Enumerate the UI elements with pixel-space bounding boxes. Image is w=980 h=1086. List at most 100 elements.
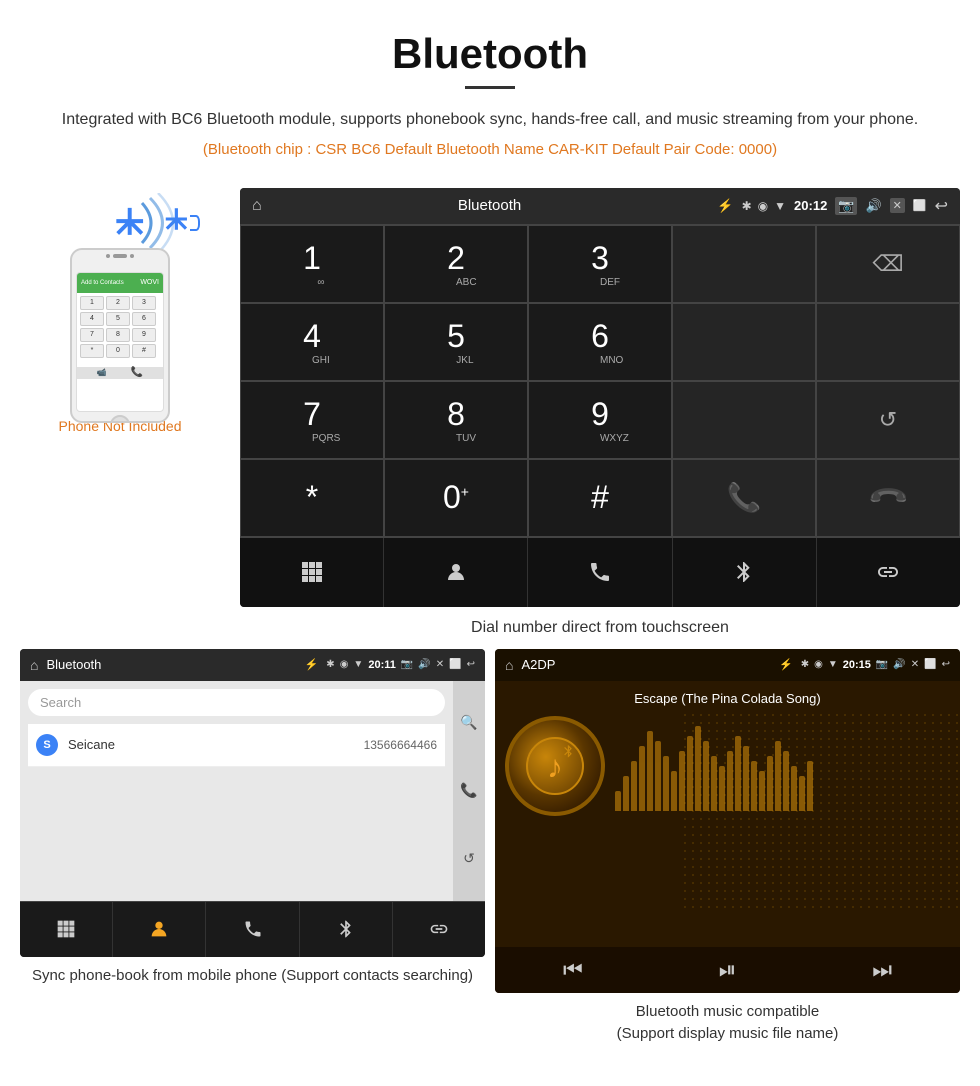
pb-home-icon[interactable]: ⌂ — [30, 657, 38, 673]
svg-text:♪: ♪ — [547, 748, 563, 784]
home-icon[interactable]: ⌂ — [252, 197, 262, 215]
waveform-bar — [623, 776, 629, 811]
prev-track-button[interactable]: ⏮ — [563, 957, 583, 983]
phone-screen-header: Add to Contacts WOVI — [77, 273, 163, 293]
bt-with-waves: ⯸ — [70, 193, 190, 253]
dial-call-red[interactable]: 📞 — [816, 459, 960, 537]
svg-text:⯸: ⯸ — [115, 202, 144, 244]
pb-link-icon — [429, 919, 449, 939]
dial-key-0[interactable]: 0+ — [384, 459, 528, 537]
next-track-button[interactable]: ⏭ — [872, 957, 892, 983]
ms-usb-icon: ⚡ — [779, 658, 793, 671]
dial-caption: Dial number direct from touchscreen — [240, 619, 960, 637]
key-8[interactable]: 8 — [106, 328, 130, 342]
description-text: Integrated with BC6 Bluetooth module, su… — [60, 107, 920, 133]
dial-key-7[interactable]: 7 PQRS — [240, 381, 384, 459]
dial-key-9[interactable]: 9 WXYZ — [528, 381, 672, 459]
dial-call-green[interactable]: 📞 — [672, 459, 816, 537]
call-icon-small: 📞 — [131, 367, 143, 378]
bt-signal-svg: ⯸ — [70, 193, 190, 253]
ms-home-icon[interactable]: ⌂ — [505, 657, 513, 673]
pb-refresh-icon[interactable]: ↺ — [463, 850, 475, 867]
waveform-bar — [791, 766, 797, 811]
pb-nav-grid[interactable] — [20, 902, 113, 957]
ms-x-icon: ✕ — [911, 659, 919, 671]
key-2[interactable]: 2 — [106, 296, 130, 310]
key-hash[interactable]: # — [132, 344, 156, 358]
arc-small — [190, 215, 200, 231]
nav-person-icon[interactable] — [384, 538, 528, 607]
waveform-bar — [663, 756, 669, 811]
phone-sidebar: ⯸ ⯸ — [20, 188, 220, 434]
dial-key-star[interactable]: * — [240, 459, 384, 537]
ms-status-title: A2DP — [521, 657, 771, 672]
dial-key-hash[interactable]: # — [528, 459, 672, 537]
ms-wifi-icon: ▼ — [828, 659, 838, 671]
key-0[interactable]: 0 — [106, 344, 130, 358]
ms-content: Escape (The Pina Colada Song) ♪ — [495, 681, 960, 931]
music-block: ⌂ A2DP ⚡ ✱ ◉ ▼ 20:15 📷 🔊 ✕ ⬜ ↩ Esca — [495, 649, 960, 1046]
pb-screen-icon: ⬜ — [449, 659, 461, 671]
pb-nav-bt[interactable] — [300, 902, 393, 957]
ms-back-icon[interactable]: ↩ — [942, 659, 950, 671]
waveform-bar — [703, 741, 709, 811]
key-3[interactable]: 3 — [132, 296, 156, 310]
pb-phone-icon — [243, 919, 263, 939]
dial-key-1[interactable]: 1 ∞ — [240, 225, 384, 303]
pb-nav-phone[interactable] — [206, 902, 299, 957]
key-6[interactable]: 6 — [132, 312, 156, 326]
pb-search-placeholder: Search — [40, 695, 433, 710]
ms-controls: ⏮ ⏯ ⏭ — [495, 947, 960, 993]
dial-key-5[interactable]: 5 JKL — [384, 303, 528, 381]
pb-nav-link[interactable] — [393, 902, 485, 957]
dial-refresh[interactable]: ↺ — [816, 381, 960, 459]
nav-grid-icon[interactable] — [240, 538, 384, 607]
dial-key-4[interactable]: 4 GHI — [240, 303, 384, 381]
pb-usb-icon: ⚡ — [305, 658, 319, 671]
dial-key-6[interactable]: 6 MNO — [528, 303, 672, 381]
dial-key-empty-1 — [672, 225, 816, 303]
pb-status-icons: ✱ ◉ ▼ 20:11 📷 🔊 ✕ ⬜ ↩ — [326, 659, 475, 671]
waveform-bar — [775, 741, 781, 811]
refresh-icon: ↺ — [879, 407, 897, 433]
key-9[interactable]: 9 — [132, 328, 156, 342]
person-icon — [444, 560, 468, 584]
dial-backspace[interactable]: ⌫ — [816, 225, 960, 303]
key-7[interactable]: 7 — [80, 328, 104, 342]
waveform-bar — [647, 731, 653, 811]
waveform-bar — [735, 736, 741, 811]
pb-call-icon[interactable]: 📞 — [460, 782, 477, 799]
dial-key-empty-3 — [816, 303, 960, 381]
play-pause-button[interactable]: ⏯ — [719, 957, 737, 983]
nav-bt-icon[interactable] — [673, 538, 817, 607]
pb-back-icon[interactable]: ↩ — [467, 659, 475, 671]
pb-search-icon[interactable]: 🔍 — [460, 714, 477, 731]
dial-key-8[interactable]: 8 TUV — [384, 381, 528, 459]
bluetooth-icon — [732, 560, 756, 584]
ms-bt-icon: ✱ — [801, 659, 809, 671]
pb-wifi-icon: ▼ — [353, 659, 363, 671]
ms-waveform — [615, 721, 950, 811]
pb-contact-row[interactable]: S Seicane 13566664466 — [28, 724, 445, 767]
phone-home-button[interactable] — [110, 415, 130, 423]
key-star[interactable]: * — [80, 344, 104, 358]
pb-contacts-area: S Seicane 13566664466 — [28, 724, 445, 767]
ms-screen-icon: ⬜ — [924, 659, 936, 671]
usb-icon: ⚡ — [717, 198, 733, 214]
key-4[interactable]: 4 — [80, 312, 104, 326]
ms-album-art: ♪ — [505, 716, 605, 816]
location-icon: ◉ — [758, 199, 768, 213]
back-icon[interactable]: ↩ — [935, 196, 948, 216]
music-caption-text: Bluetooth music compatible(Support displ… — [617, 1003, 839, 1043]
dial-key-3[interactable]: 3 DEF — [528, 225, 672, 303]
call-accept-icon: 📞 — [727, 481, 762, 514]
nav-link-icon[interactable] — [817, 538, 960, 607]
dial-key-2[interactable]: 2 ABC — [384, 225, 528, 303]
waveform-bar — [711, 756, 717, 811]
nav-phone-icon[interactable] — [528, 538, 672, 607]
pb-nav-person[interactable] — [113, 902, 206, 957]
ms-statusbar: ⌂ A2DP ⚡ ✱ ◉ ▼ 20:15 📷 🔊 ✕ ⬜ ↩ — [495, 649, 960, 681]
key-1[interactable]: 1 — [80, 296, 104, 310]
key-5[interactable]: 5 — [106, 312, 130, 326]
pb-x-icon: ✕ — [436, 659, 444, 671]
